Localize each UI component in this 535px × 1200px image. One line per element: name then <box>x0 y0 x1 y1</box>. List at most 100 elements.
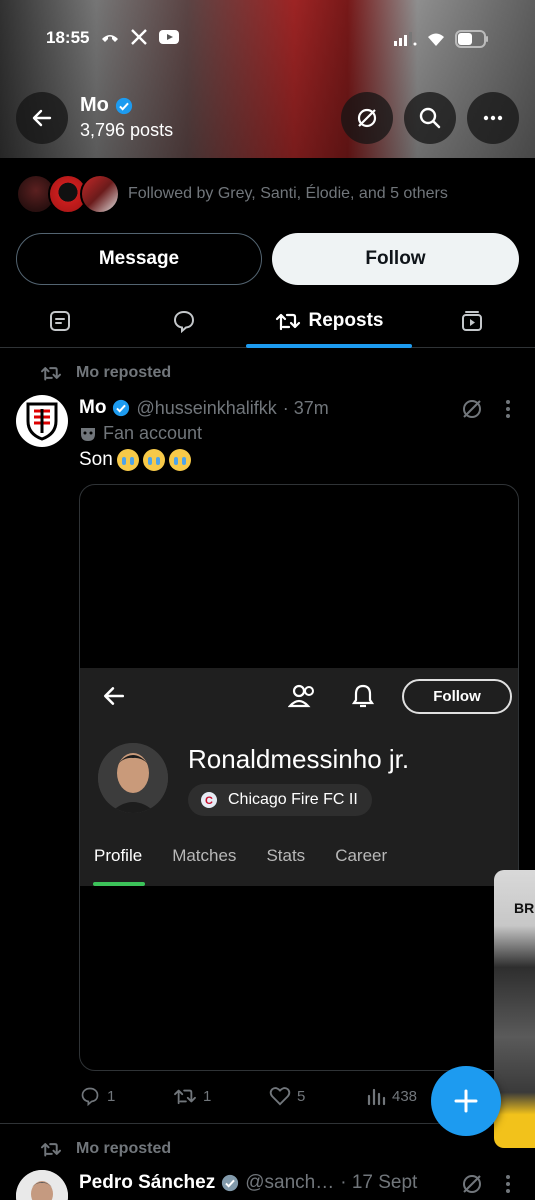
grok-icon <box>357 108 377 128</box>
tab-posts[interactable] <box>20 294 100 348</box>
replies-tab-icon <box>173 310 195 333</box>
repost-count: 1 <box>203 1087 212 1105</box>
search-button[interactable] <box>404 92 456 144</box>
reply-count: 1 <box>107 1087 116 1105</box>
post-author-avatar[interactable] <box>16 395 68 447</box>
post-text-content: Son <box>79 449 113 470</box>
profile-post-count: 3,796 posts <box>80 120 174 140</box>
grok-post-icon[interactable] <box>460 1172 484 1196</box>
heart-icon <box>269 1087 291 1106</box>
active-tab-indicator <box>246 344 412 348</box>
verified-badge-icon <box>115 97 132 114</box>
profile-header-name: Mo <box>80 94 109 116</box>
media-club-name: Chicago Fire FC II <box>228 791 358 808</box>
media-bell-icon <box>352 684 374 708</box>
post-author-name[interactable]: Pedro Sánchez <box>79 1172 215 1194</box>
youtube-icon <box>159 30 179 44</box>
grok-button[interactable] <box>341 92 393 144</box>
grok-post-icon[interactable] <box>460 397 484 421</box>
follow-button[interactable]: Follow <box>272 233 519 285</box>
media-tabs: Profile Matches Stats Career <box>94 846 387 866</box>
followed-by-text: Followed by Grey, Santi, Élodie, and 5 o… <box>128 185 448 202</box>
tab-reposts-label: Reposts <box>308 310 384 331</box>
post-time: · 17 Sept <box>340 1172 418 1193</box>
media-tab-profile: Profile <box>94 846 143 865</box>
media-tab-matches: Matches <box>172 846 237 865</box>
status-system-icons <box>393 30 489 48</box>
posts-tab-icon <box>50 311 70 331</box>
post-more-icon[interactable] <box>500 398 516 420</box>
status-notification-icons <box>100 28 180 46</box>
media-tab-icon <box>462 311 482 331</box>
post-author-avatar[interactable] <box>16 1170 68 1200</box>
verified-badge-icon <box>113 399 130 417</box>
author-photo-icon <box>16 1170 68 1200</box>
post-more-icon[interactable] <box>500 1173 516 1195</box>
follower-avatars <box>16 172 120 216</box>
crying-emoji-icon <box>116 449 139 471</box>
repost-indicator: Mo reposted <box>40 1140 171 1158</box>
reply-action[interactable]: 1 <box>79 1086 115 1106</box>
back-button[interactable] <box>16 92 68 144</box>
views-chart-icon <box>367 1088 386 1106</box>
club-crest-icon <box>26 402 58 441</box>
cellular-signal-icon <box>394 32 417 46</box>
media-player-name: Ronaldmessinho jr. <box>188 744 410 774</box>
repost-indicator: Mo reposted <box>40 364 171 382</box>
tab-reposts[interactable]: Reposts <box>246 294 412 348</box>
profile-header-name-row: Mo <box>80 94 133 117</box>
x-logo-icon <box>131 29 147 45</box>
views-action[interactable]: 438 <box>366 1086 417 1106</box>
repost-icon <box>275 313 300 331</box>
club-badge-icon: C <box>201 792 217 808</box>
post-header: Pedro Sánchez @sanch… · 17 Sept <box>79 1172 417 1194</box>
media-back-arrow-icon <box>103 687 125 705</box>
reply-icon <box>81 1087 99 1106</box>
tab-media[interactable] <box>432 294 512 348</box>
pip-text: BR <box>514 900 535 916</box>
repost-action-icon <box>174 1089 196 1105</box>
crying-emoji-icon <box>142 449 165 471</box>
search-icon <box>419 107 441 129</box>
post-time: · 37m <box>282 397 329 418</box>
plus-icon <box>454 1089 478 1113</box>
back-arrow-icon <box>32 109 52 127</box>
repost-action[interactable]: 1 <box>173 1086 211 1106</box>
profile-topbar: Mo 3,796 posts <box>0 90 535 144</box>
more-dots-icon <box>483 115 503 121</box>
like-action[interactable]: 5 <box>269 1086 305 1106</box>
compose-button[interactable] <box>431 1066 501 1136</box>
like-count: 5 <box>297 1087 306 1105</box>
fan-account-mask-icon <box>81 427 95 441</box>
repost-label: Mo reposted <box>76 364 172 381</box>
follower-avatar <box>80 174 120 214</box>
media-tab-career: Career <box>335 846 388 865</box>
battery-icon <box>455 30 488 48</box>
media-screenshot: Follow Ronaldmessinho jr. C Chicago Fire… <box>80 668 518 886</box>
message-button[interactable]: Message <box>16 233 262 285</box>
media-people-icon <box>288 684 314 708</box>
svg-text:C: C <box>205 795 213 807</box>
media-player-avatar <box>98 743 168 813</box>
repost-label: Mo reposted <box>76 1140 172 1157</box>
views-count: 438 <box>392 1087 418 1105</box>
post-header: Mo @husseinkhalifkk · 37m <box>79 397 329 419</box>
post-author-label: Fan account <box>79 423 202 444</box>
repost-small-icon <box>41 1143 61 1157</box>
followed-by-row[interactable]: Followed by Grey, Santi, Élodie, and 5 o… <box>16 172 526 216</box>
post-author-handle[interactable]: @sanch… <box>245 1172 334 1194</box>
call-icon <box>102 35 118 42</box>
status-bar: 18:55 <box>0 22 535 56</box>
media-club-chip: C Chicago Fire FC II <box>188 784 372 816</box>
media-follow-button: Follow <box>402 679 512 714</box>
status-time: 18:55 <box>46 28 90 47</box>
media-tab-stats: Stats <box>266 846 306 865</box>
post-author-handle[interactable]: @husseinkhalifkk <box>136 398 276 419</box>
post-media[interactable]: Follow Ronaldmessinho jr. C Chicago Fire… <box>79 484 519 1071</box>
media-active-tab-indicator <box>93 882 145 886</box>
more-options-button[interactable] <box>467 92 519 144</box>
wifi-icon <box>428 33 444 46</box>
post-author-name[interactable]: Mo <box>79 397 106 419</box>
player-photo-icon <box>98 743 168 813</box>
tab-replies[interactable] <box>144 294 224 348</box>
